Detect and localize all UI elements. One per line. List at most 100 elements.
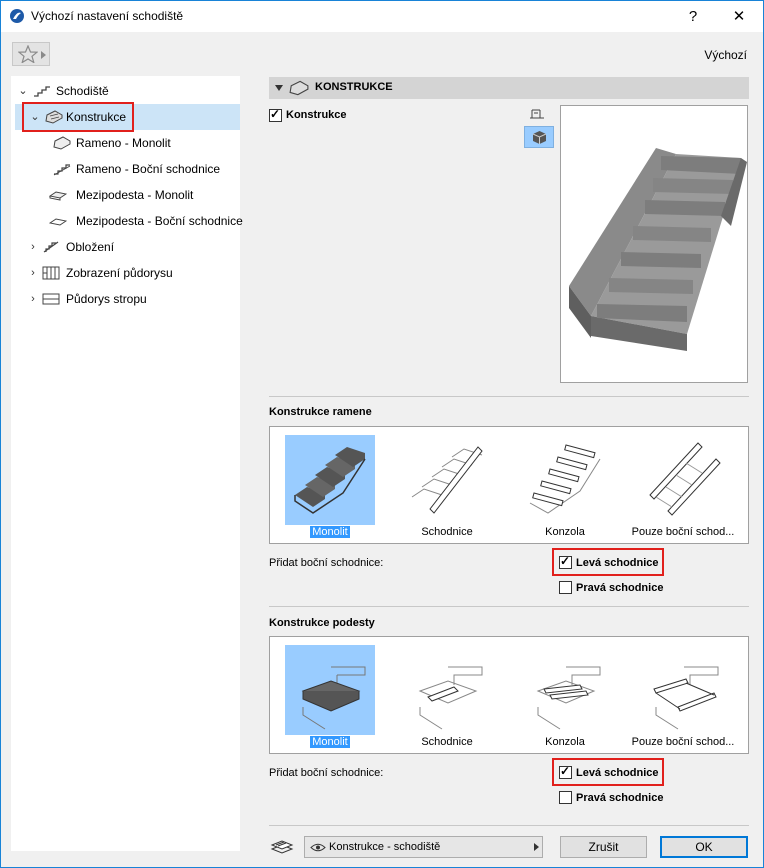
flight-structure-picker: Monolit Schodnice Konzola Pouze boční sc… — [269, 426, 749, 544]
monolithic-thumbnail — [285, 435, 375, 525]
dialog-window: Výchozí nastavení schodiště ? ✕ Výchozí … — [0, 0, 764, 868]
flight-option-stringer[interactable]: Schodnice — [388, 427, 506, 543]
landing-structure-picker: Monolit Schodnice Konzola Pouze boční sc… — [269, 636, 749, 754]
stringer-flight-icon — [411, 446, 483, 514]
chevron-right-icon — [41, 51, 46, 59]
landing-option-side-stringer-only[interactable]: Pouze boční schod... — [624, 637, 742, 753]
close-button[interactable]: ✕ — [719, 1, 759, 32]
landing-group-title: Konstrukce podesty — [269, 617, 375, 629]
stair-icon — [34, 86, 50, 97]
tree-item-floor-plan[interactable]: › Zobrazení půdorysu — [11, 260, 240, 286]
highlight-box — [552, 548, 664, 576]
flight-add-stringer-label: Přidat boční schodnice: — [269, 557, 384, 569]
chevron-right-icon[interactable]: › — [27, 234, 39, 260]
landing-monolithic-icon — [49, 191, 67, 201]
flight-option-monolithic[interactable]: Monolit — [271, 427, 389, 543]
separator — [269, 606, 749, 607]
finish-icon — [43, 241, 59, 253]
structure-checkbox-label: Konstrukce — [286, 109, 347, 121]
tree-item-flight-monolithic[interactable]: Rameno - Monolit — [11, 130, 240, 156]
option-caption: Schodnice — [421, 736, 473, 748]
tree-item-finish[interactable]: › Obložení — [11, 234, 240, 260]
flight-right-stringer-checkbox[interactable] — [559, 581, 572, 594]
tree-item-landing-monolithic[interactable]: Mezipodesta - Monolit — [11, 182, 240, 208]
flight-right-stringer-label: Pravá schodnice — [576, 582, 664, 594]
section-title: KONSTRUKCE — [315, 81, 393, 93]
landing-add-stringer-label: Přidat boční schodnice: — [269, 767, 384, 779]
favorites-button[interactable] — [12, 42, 50, 66]
tree-item-label: Rameno - Boční schodnice — [76, 162, 221, 176]
side-stringer-thumbnail — [638, 645, 728, 735]
stringer-thumbnail — [402, 645, 492, 735]
stringer-thumbnail — [402, 435, 492, 525]
section-header[interactable]: KONSTRUKCE — [269, 77, 749, 99]
tree-item-flight-stringer[interactable]: Rameno - Boční schodnice — [11, 156, 240, 182]
tree-item-label: Půdorys stropu — [66, 292, 147, 306]
stair-render-image — [569, 148, 747, 351]
cantilever-flight-icon — [529, 444, 601, 514]
chevron-down-icon[interactable]: ⌄ — [17, 78, 29, 104]
ok-button[interactable]: OK — [660, 836, 748, 858]
structure-checkbox[interactable] — [269, 107, 282, 122]
tree-item-label: Mezipodesta - Monolit — [76, 188, 194, 202]
tree-item-label: Zobrazení půdorysu — [66, 266, 173, 280]
cantilever-landing-icon — [536, 666, 601, 730]
tree-item-stair[interactable]: ⌄ Schodiště — [11, 78, 240, 104]
landing-option-stringer[interactable]: Schodnice — [388, 637, 506, 753]
flight-option-side-stringer-only[interactable]: Pouze boční schod... — [624, 427, 742, 543]
stair-3d-preview — [560, 105, 748, 383]
monolithic-flight-icon — [294, 447, 366, 514]
model-view-dropdown[interactable]: Konstrukce - schodiště — [304, 836, 543, 858]
landing-option-cantilever[interactable]: Konzola — [506, 637, 624, 753]
collapse-triangle-icon — [275, 85, 283, 91]
flight-group-title: Konstrukce ramene — [269, 406, 372, 418]
side-stringer-landing-icon — [653, 666, 719, 730]
chevron-right-icon[interactable]: › — [27, 286, 39, 312]
footer-separator — [269, 825, 749, 826]
app-icon — [10, 9, 24, 23]
cantilever-thumbnail — [520, 645, 610, 735]
landing-option-monolithic[interactable]: Monolit — [271, 637, 389, 753]
landing-right-stringer-label: Pravá schodnice — [576, 792, 664, 804]
flight-option-cantilever[interactable]: Konzola — [506, 427, 624, 543]
side-stringer-flight-icon — [649, 442, 721, 516]
plan-view-icon[interactable] — [530, 107, 546, 121]
layer-stack-icon[interactable] — [270, 837, 294, 857]
star-icon — [18, 45, 38, 63]
highlight-box — [552, 758, 664, 786]
stringer-landing-icon — [418, 666, 483, 730]
option-caption: Konzola — [545, 736, 585, 748]
eye-icon — [310, 843, 326, 852]
floor-plan-icon — [42, 266, 60, 280]
default-label: Výchozí — [704, 48, 747, 62]
cube-icon — [532, 131, 547, 144]
landing-right-stringer-checkbox[interactable] — [559, 791, 572, 804]
option-caption: Konzola — [545, 526, 585, 538]
title-bar: Výchozí nastavení schodiště ? ✕ — [1, 1, 763, 32]
option-caption: Schodnice — [421, 526, 473, 538]
tree-item-label: Mezipodesta - Boční schodnice — [76, 214, 243, 228]
3d-view-button[interactable] — [524, 126, 554, 148]
help-button[interactable]: ? — [673, 1, 713, 32]
highlight-box — [22, 102, 134, 132]
tree-item-label: Schodiště — [56, 84, 109, 98]
window-title: Výchozí nastavení schodiště — [31, 9, 184, 23]
tree-item-ceiling-plan[interactable]: › Půdorys stropu — [11, 286, 240, 312]
flight-stringer-icon — [53, 164, 71, 176]
chevron-right-icon[interactable]: › — [27, 260, 39, 286]
option-caption: Monolit — [310, 736, 350, 748]
monolithic-landing-icon — [301, 666, 366, 730]
side-stringer-thumbnail — [638, 435, 728, 525]
option-caption: Pouze boční schod... — [631, 526, 735, 538]
cancel-button[interactable]: Zrušit — [560, 836, 647, 858]
option-caption: Pouze boční schod... — [631, 736, 735, 748]
ceiling-plan-icon — [42, 293, 60, 305]
chevron-right-icon — [534, 843, 539, 851]
monolithic-thumbnail — [285, 645, 375, 735]
option-caption: Monolit — [310, 526, 350, 538]
cantilever-thumbnail — [520, 435, 610, 525]
tree-item-label: Rameno - Monolit — [76, 136, 171, 150]
tree-item-landing-stringer[interactable]: Mezipodesta - Boční schodnice — [11, 208, 243, 234]
flight-monolithic-icon — [53, 136, 71, 150]
tree-item-label: Obložení — [66, 240, 115, 254]
